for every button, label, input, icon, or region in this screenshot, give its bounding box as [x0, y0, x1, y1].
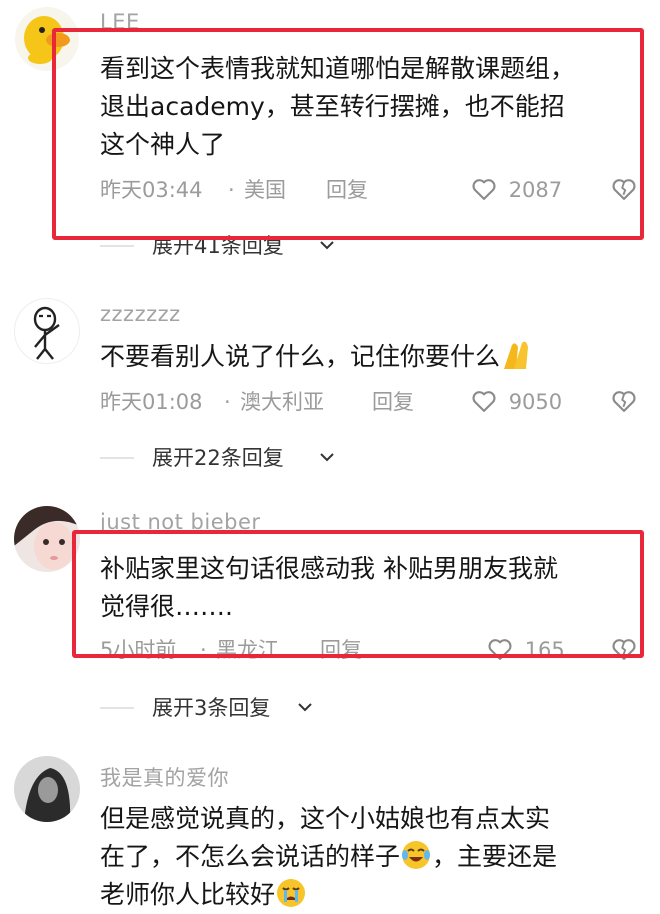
- like-count: 9050: [508, 390, 563, 414]
- dislike-button[interactable]: [610, 172, 638, 208]
- timestamp: 昨天01:08: [100, 390, 203, 414]
- duck-avatar-icon: [15, 7, 79, 71]
- like-count: 165: [524, 638, 565, 662]
- comment-text: 补贴家里这句话很感动我 补贴男朋友我就 觉得很…….: [100, 550, 640, 626]
- divider: [100, 707, 134, 709]
- comment-line-text: ，主要还是: [432, 842, 558, 871]
- comment-line: 觉得很…….: [100, 592, 233, 621]
- username[interactable]: LEE: [100, 10, 140, 34]
- location: 黑龙江: [216, 638, 279, 662]
- comment-meta: 5小时前 · 黑龙江 回复 165: [100, 632, 660, 668]
- dark-avatar-icon: [14, 756, 80, 822]
- comment-line: 退出academy，甚至转行摆摊，也不能招: [100, 92, 565, 121]
- dislike-button[interactable]: [610, 632, 638, 668]
- comment-line-text: 老师你人比较好: [100, 880, 276, 909]
- comment-text: 但是感觉说真的，这个小姑娘也有点太实 在了，不怎么会说话的样子 ，主要还是 老师你…: [100, 800, 640, 914]
- like-button[interactable]: 9050: [470, 384, 562, 420]
- comment-meta: 昨天01:08 · 澳大利亚 回复 9050: [100, 384, 660, 420]
- comment-line: 看到这个表情我就知道哪怕是解散课题组，: [100, 54, 576, 83]
- username[interactable]: zzzzzzz: [100, 302, 181, 326]
- divider: [100, 245, 134, 247]
- comment-line-text: 在了，不怎么会说话的样子: [100, 842, 401, 871]
- separator: ·: [200, 638, 207, 662]
- avatar[interactable]: [14, 298, 80, 364]
- separator: ·: [228, 178, 235, 202]
- timestamp: 5小时前: [100, 638, 177, 662]
- username[interactable]: 我是真的爱你: [100, 762, 229, 792]
- avatar[interactable]: [14, 506, 80, 572]
- stickman-avatar-icon: [33, 306, 60, 360]
- dislike-button[interactable]: [610, 384, 638, 420]
- location: 美国: [244, 178, 286, 202]
- comment-line: 这个神人了: [100, 130, 226, 159]
- comment-line: 老师你人比较好: [100, 876, 640, 914]
- reply-button[interactable]: 回复: [326, 172, 368, 208]
- broken-heart-icon: [612, 179, 636, 200]
- comment-text: 不要看别人说了什么，记住你要什么: [100, 338, 640, 376]
- avatar[interactable]: [14, 6, 80, 72]
- like-button[interactable]: 165: [486, 632, 565, 668]
- comment-line: 在了，不怎么会说话的样子 ，主要还是: [100, 838, 640, 876]
- reply-button[interactable]: 回复: [320, 632, 362, 668]
- username[interactable]: just not bieber: [100, 510, 261, 534]
- comment-text: 看到这个表情我就知道哪怕是解散课题组， 退出academy，甚至转行摆摊，也不能…: [100, 50, 640, 164]
- crying-emoji: [277, 879, 306, 907]
- comment-line: 补贴家里这句话很感动我 补贴男朋友我就: [100, 554, 558, 583]
- clapping-hands-emoji: [504, 341, 529, 369]
- location: 澳大利亚: [240, 390, 324, 414]
- expand-label: 展开41条回复: [152, 234, 284, 258]
- chevron-down-icon: [320, 453, 334, 462]
- broken-heart-icon: [612, 391, 636, 412]
- heart-icon: [472, 391, 496, 412]
- chevron-down-icon: [298, 703, 312, 712]
- comment-meta: 昨天03:44 · 美国 回复 2087: [100, 172, 660, 208]
- girl-avatar-icon: [14, 506, 80, 572]
- comment-line-text: 不要看别人说了什么，记住你要什么: [100, 342, 501, 371]
- laughing-crying-emoji: [402, 841, 431, 869]
- heart-icon: [488, 639, 512, 660]
- like-button[interactable]: 2087: [470, 172, 562, 208]
- expand-label: 展开22条回复: [152, 446, 284, 470]
- timestamp: 昨天03:44: [100, 178, 203, 202]
- comment-line: 但是感觉说真的，这个小姑娘也有点太实: [100, 804, 551, 833]
- separator: ·: [224, 390, 231, 414]
- chevron-down-icon: [320, 241, 334, 250]
- like-count: 2087: [508, 178, 563, 202]
- broken-heart-icon: [612, 639, 636, 660]
- reply-button[interactable]: 回复: [372, 384, 414, 420]
- comment-line: 不要看别人说了什么，记住你要什么: [100, 338, 640, 376]
- divider: [100, 457, 134, 459]
- expand-label: 展开3条回复: [152, 696, 271, 720]
- avatar[interactable]: [14, 756, 80, 822]
- heart-icon: [472, 179, 496, 200]
